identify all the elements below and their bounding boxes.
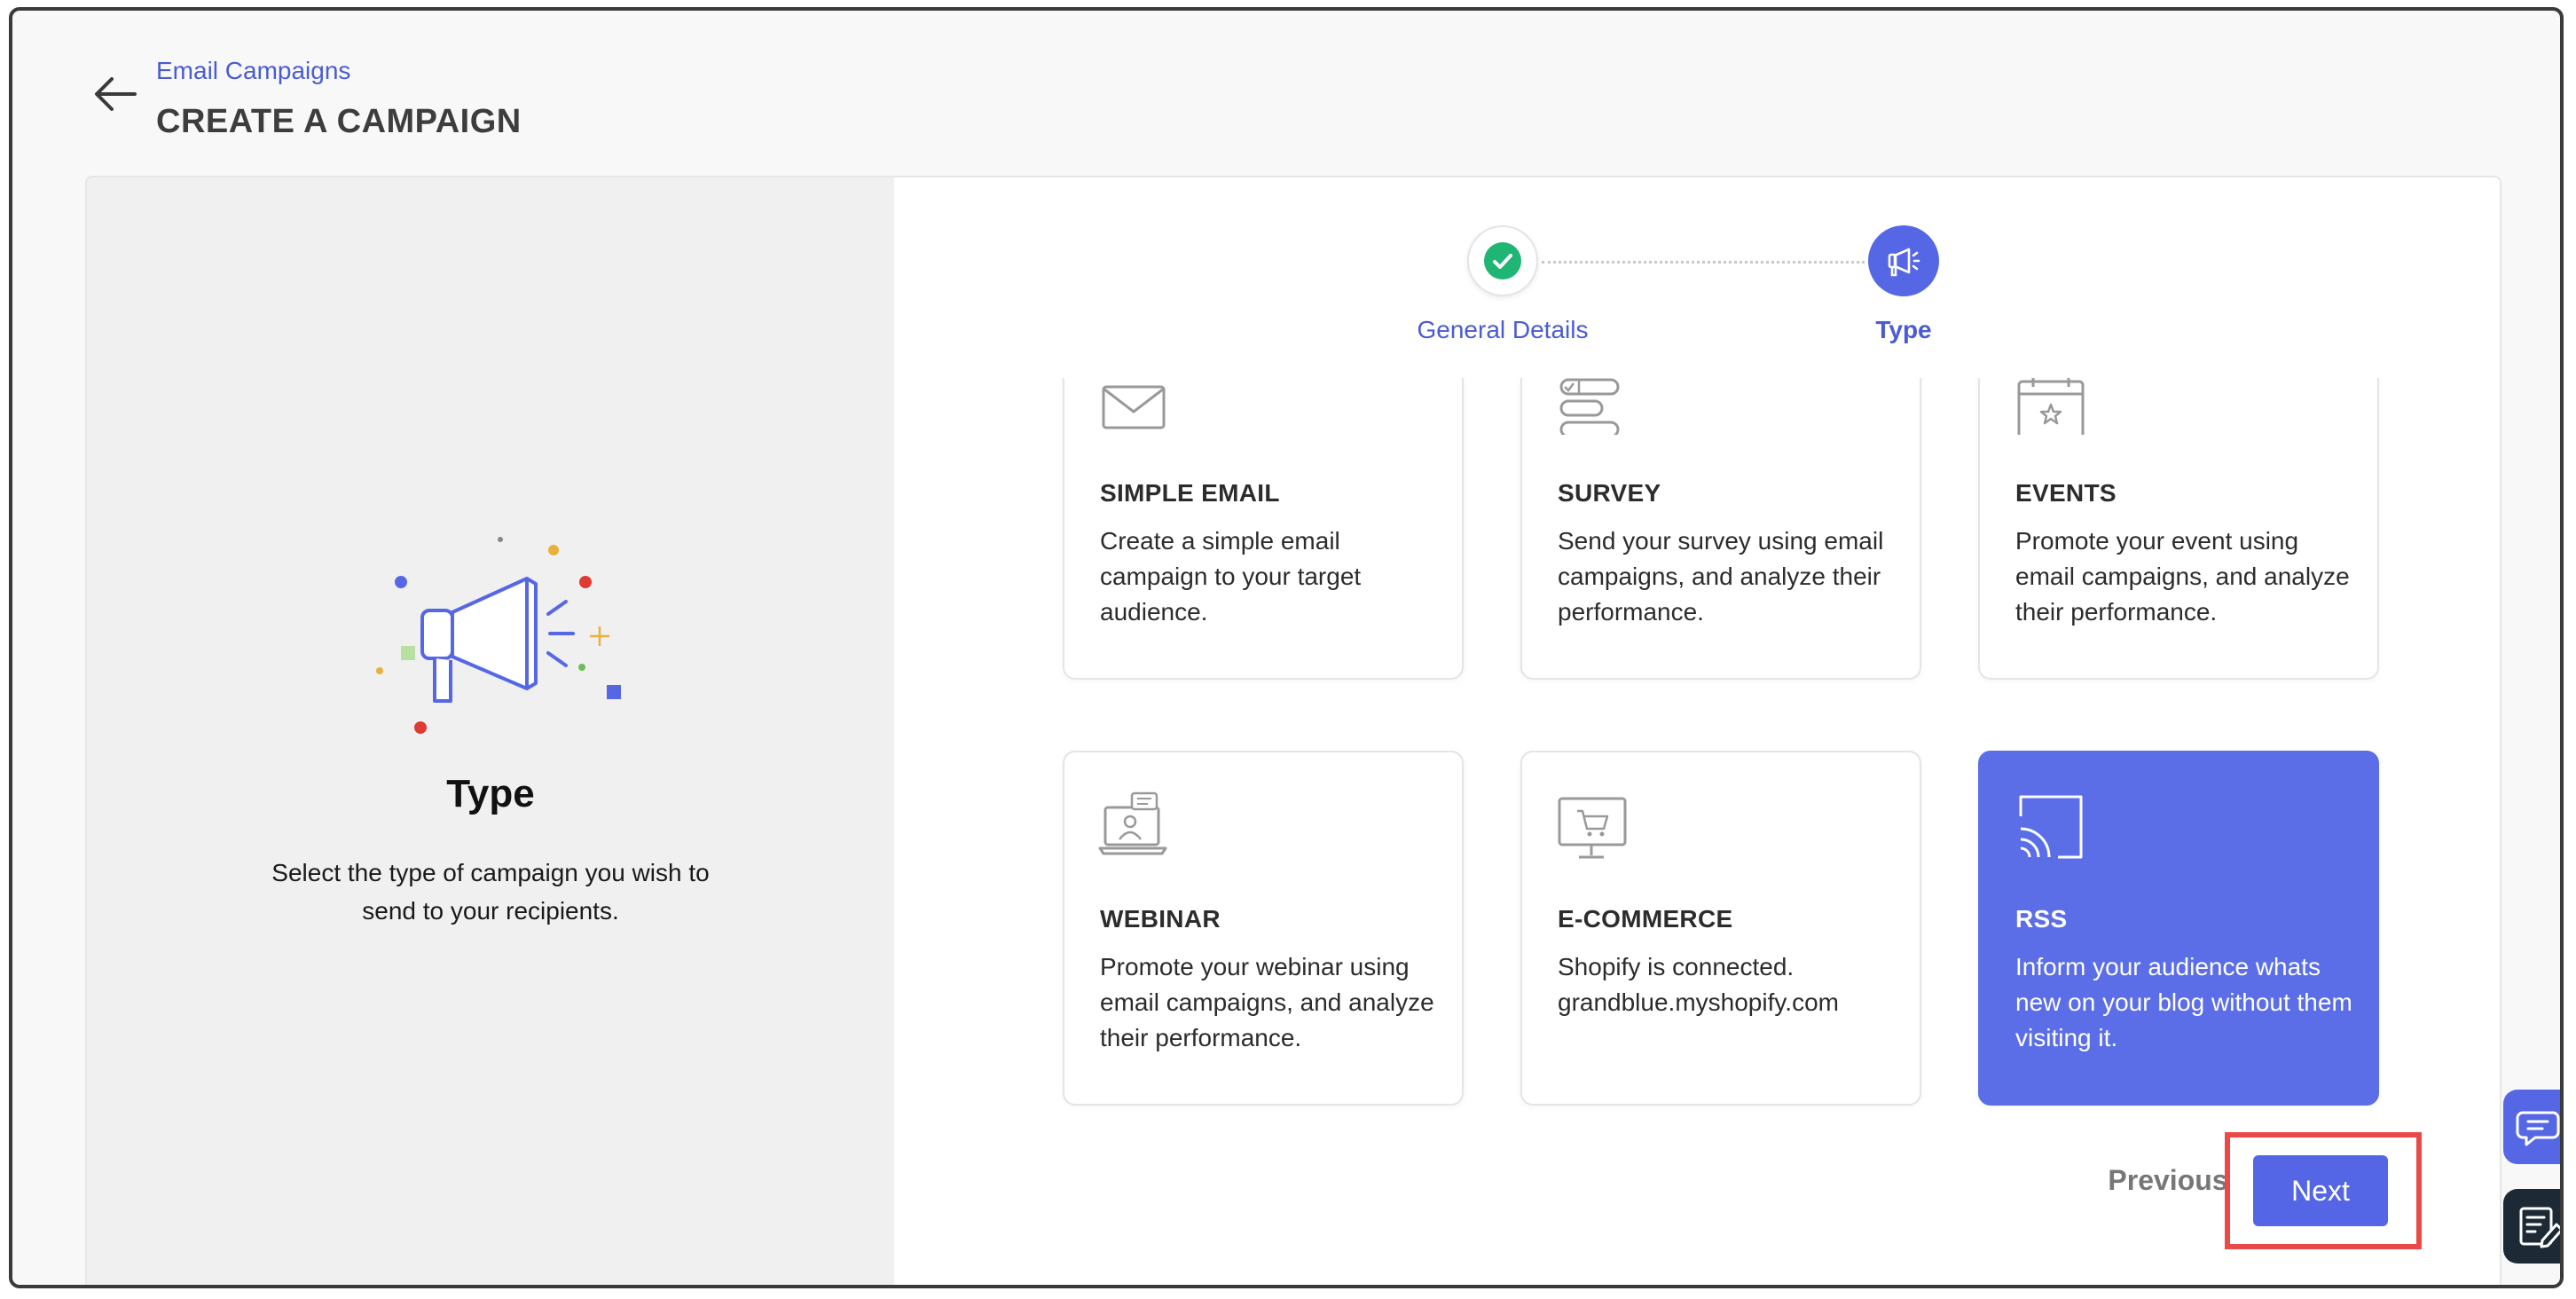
checkmark-icon	[1484, 242, 1521, 279]
envelope-icon	[1102, 385, 1166, 429]
megaphone-illustration	[376, 537, 621, 734]
card-title: WEBINAR	[1100, 905, 1221, 933]
step-label-type[interactable]: Type	[1788, 316, 2019, 344]
page-title: CREATE A CAMPAIGN	[156, 103, 522, 140]
step-description: Select the type of campaign you wish to …	[271, 859, 710, 925]
card-description: Promote your event using email campaigns…	[2015, 527, 2350, 626]
webinar-icon	[1098, 791, 1167, 855]
rss-icon	[2019, 795, 2083, 859]
card-description: Inform your audience whats new on your b…	[2015, 953, 2352, 1051]
feedback-widget-button[interactable]	[2503, 1189, 2560, 1264]
stepper-connector	[1542, 261, 1865, 264]
chat-widget-button[interactable]	[2503, 1090, 2560, 1164]
card-title: SIMPLE EMAIL	[1100, 479, 1280, 507]
card-title: RSS	[2015, 905, 2068, 933]
step-general-details[interactable]	[1467, 225, 1538, 296]
calendar-star-icon	[2017, 378, 2085, 435]
card-description: Promote your webinar using email campaig…	[1100, 953, 1434, 1051]
campaign-type-rss[interactable]: RSS Inform your audience whats new on yo…	[1978, 751, 2379, 1106]
step-info-panel: Type Select the type of campaign you wis…	[87, 177, 894, 1285]
card-description: Send your survey using email campaigns, …	[1558, 527, 1884, 626]
cart-monitor-icon	[1558, 797, 1627, 859]
card-title: EVENTS	[2015, 479, 2117, 507]
campaign-type-webinar[interactable]: WEBINAR Promote your webinar using email…	[1063, 751, 1464, 1106]
note-edit-icon	[2519, 1207, 2560, 1248]
card-description: Create a simple email campaign to your t…	[1100, 527, 1362, 626]
back-arrow-icon[interactable]	[87, 66, 144, 122]
campaign-type-e-commerce[interactable]: E-COMMERCE Shopify is connected. grandbl…	[1520, 751, 1921, 1106]
step-type[interactable]	[1868, 225, 1939, 296]
campaign-type-grid: SIMPLE EMAIL Create a simple email campa…	[1031, 378, 2450, 1136]
campaign-type-survey[interactable]: SURVEY Send your survey using email camp…	[1520, 378, 1921, 680]
breadcrumb[interactable]: Email Campaigns	[156, 57, 350, 85]
step-title: Type	[446, 772, 535, 815]
megaphone-icon	[1888, 248, 1920, 277]
campaign-wizard-card: Type Select the type of campaign you wis…	[85, 176, 2501, 1285]
card-title: SURVEY	[1558, 479, 1661, 507]
card-title: E-COMMERCE	[1558, 905, 1733, 933]
next-button-highlight	[2225, 1132, 2422, 1249]
campaign-type-simple-email[interactable]: SIMPLE EMAIL Create a simple email campa…	[1063, 378, 1464, 680]
card-description: Shopify is connected. grandblue.myshopif…	[1558, 953, 1839, 1016]
step-label-general-details[interactable]: General Details	[1387, 316, 1618, 344]
campaign-type-events[interactable]: EVENTS Promote your event using email ca…	[1978, 378, 2379, 680]
survey-icon	[1559, 378, 1620, 435]
app-window: Email Campaigns CREATE A CAMPAIGN Type S…	[9, 7, 2564, 1288]
chat-icon	[2516, 1111, 2560, 1146]
